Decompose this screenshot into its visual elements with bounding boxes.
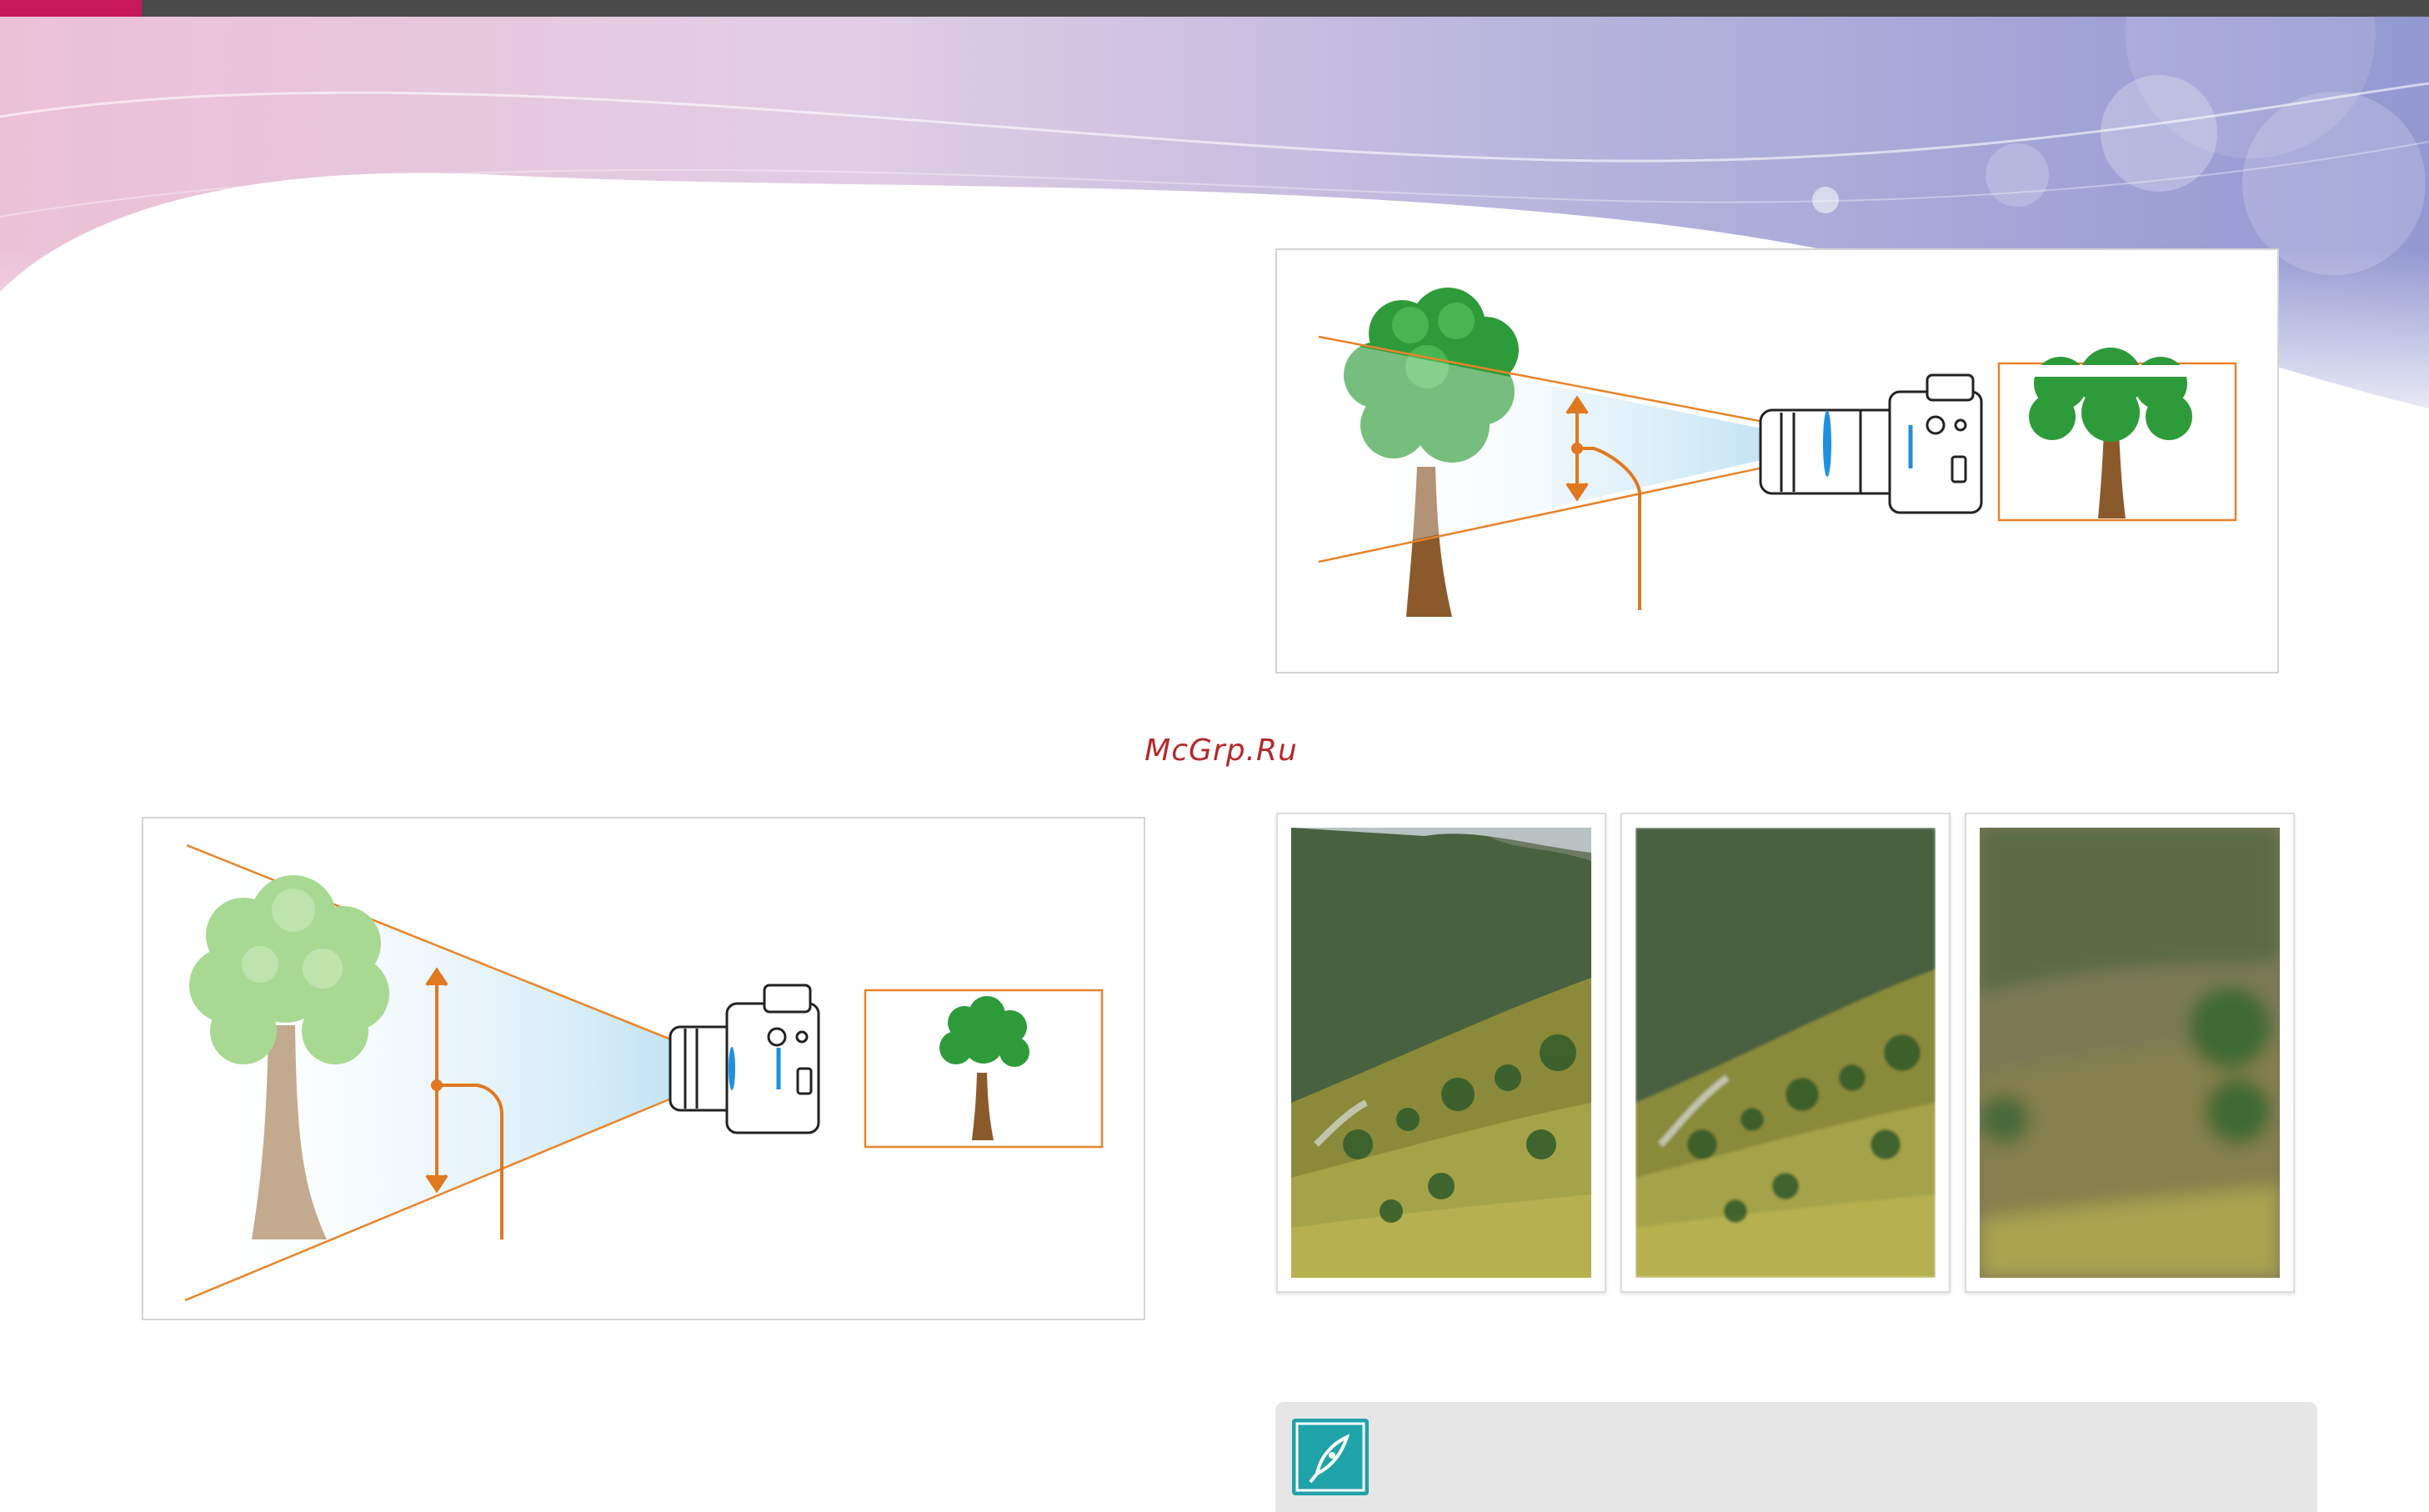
telephoto-diagram: [1275, 248, 2279, 673]
sample-photo-slight-blur: [1620, 813, 1951, 1293]
wide-angle-diagram: [142, 817, 1145, 1320]
manual-page: McGrp.Ru: [0, 0, 2429, 1512]
note-box: [1275, 1402, 2317, 1512]
pen-nib-icon: [1292, 1419, 1369, 1495]
top-bar: [0, 0, 2429, 17]
camera-with-long-lens-icon: [1759, 373, 1983, 514]
sample-photo-sharp: [1276, 813, 1606, 1293]
sample-photo-heavy-blur: [1965, 813, 2295, 1293]
top-accent-bar: [0, 0, 142, 17]
watermark-text: McGrp.Ru: [1144, 733, 1298, 768]
camera-with-short-lens-icon: [669, 984, 820, 1134]
